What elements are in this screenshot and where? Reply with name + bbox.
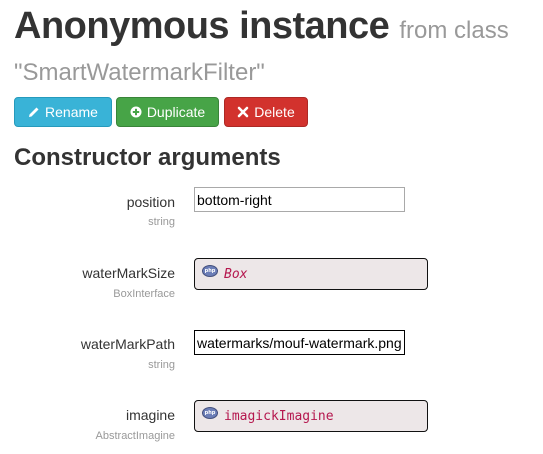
- x-icon: [237, 106, 249, 118]
- argument-type: string: [148, 359, 175, 371]
- argument-type: AbstractImagine: [95, 430, 175, 442]
- argument-type: string: [148, 216, 175, 228]
- argument-label: imagine: [125, 407, 175, 423]
- reference-value: Box: [224, 266, 248, 282]
- argument-label: waterMarkSize: [82, 265, 175, 281]
- watermarkpath-input[interactable]: [194, 330, 405, 355]
- delete-label: Delete: [254, 104, 295, 120]
- argument-label: position: [126, 194, 175, 210]
- page-title: Anonymous instance from class: [14, 3, 509, 54]
- position-input[interactable]: [194, 187, 405, 212]
- delete-button[interactable]: Delete: [224, 97, 308, 127]
- class-name: "SmartWatermarkFilter": [14, 59, 265, 86]
- duplicate-button[interactable]: Duplicate: [116, 97, 219, 127]
- duplicate-label: Duplicate: [146, 104, 206, 120]
- reference-value: imagickImagine: [224, 408, 334, 424]
- plus-circle-icon: [130, 106, 142, 118]
- from-class-text: from class: [399, 17, 509, 44]
- instance-title: Anonymous instance: [14, 5, 390, 47]
- constructor-arguments-heading: Constructor arguments: [14, 144, 281, 171]
- argument-type: BoxInterface: [113, 288, 175, 300]
- watermarksize-reference[interactable]: php Box: [194, 258, 428, 290]
- php-icon: php: [202, 265, 218, 277]
- imagine-reference[interactable]: php imagickImagine: [194, 400, 428, 432]
- argument-label: waterMarkPath: [80, 336, 175, 352]
- php-icon: php: [202, 407, 218, 419]
- pencil-icon: [28, 106, 40, 118]
- rename-label: Rename: [45, 104, 98, 120]
- rename-button[interactable]: Rename: [14, 97, 112, 127]
